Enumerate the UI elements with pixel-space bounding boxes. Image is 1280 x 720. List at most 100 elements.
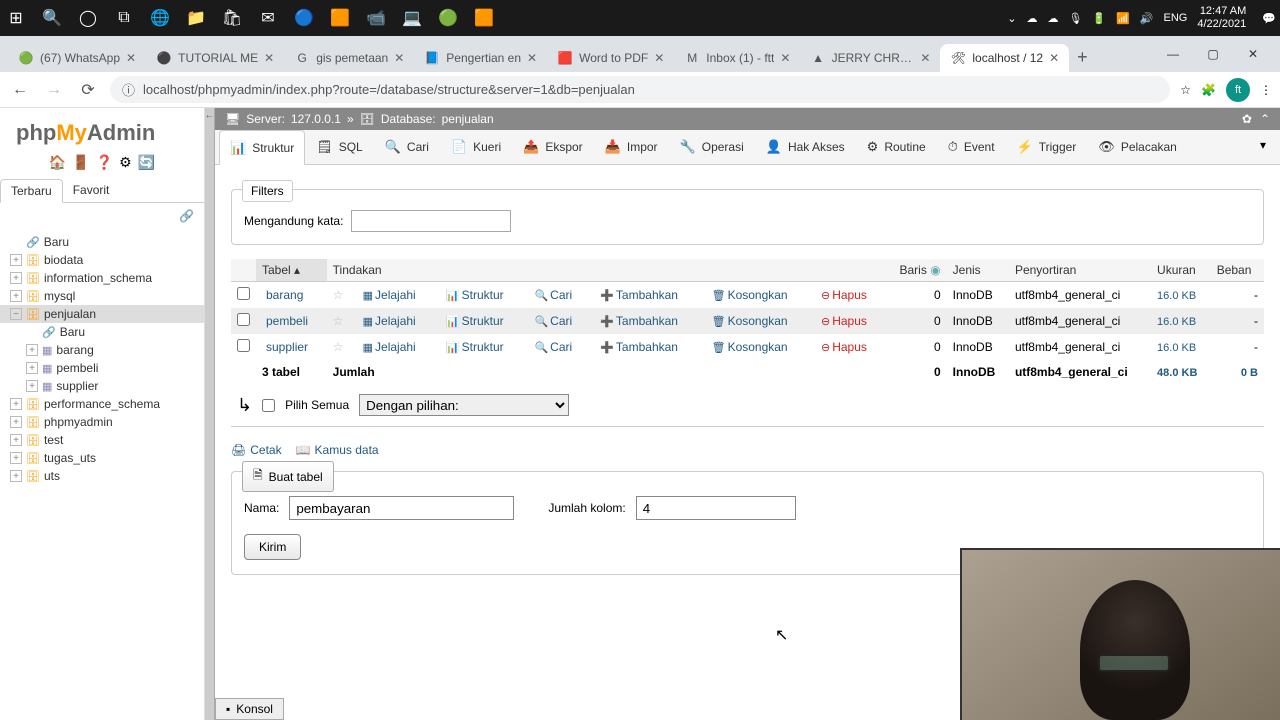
tab-close-icon[interactable]: ✕ <box>920 51 930 65</box>
tree-db[interactable]: +🗄 mysql <box>0 287 204 305</box>
browser-tab[interactable]: 🟥 Word to PDF ✕ <box>547 44 674 72</box>
tree-new-table[interactable]: 🔗 Baru <box>0 323 204 341</box>
drop-link[interactable]: ⊖Hapus <box>817 288 871 302</box>
table-name-link[interactable]: pembeli <box>262 314 312 328</box>
browse-link[interactable]: ▦Jelajahi <box>359 340 420 354</box>
sidebar-tab-recent[interactable]: Terbaru <box>0 179 63 203</box>
tree-table[interactable]: +▦ barang <box>0 341 204 359</box>
expand-icon[interactable]: + <box>10 416 22 428</box>
search-icon[interactable]: 🔍 <box>40 6 64 30</box>
search-link[interactable]: 🔍Cari <box>530 314 576 328</box>
tray-wifi-icon[interactable]: 📶 <box>1116 12 1130 25</box>
cortana-icon[interactable]: ◯ <box>76 6 100 30</box>
empty-link[interactable]: 🗑Kosongkan <box>708 314 792 328</box>
drop-link[interactable]: ⊖Hapus <box>817 340 871 354</box>
menu-icon[interactable]: ⋮ <box>1260 83 1272 97</box>
insert-link[interactable]: ➕Tambahkan <box>596 288 682 302</box>
tray-weather-icon[interactable]: ☁ <box>1047 12 1058 25</box>
select-all-checkbox[interactable] <box>262 399 275 412</box>
browser-tab[interactable]: ▲ JERRY CHRIST ✕ <box>800 44 940 72</box>
page-settings-icon[interactable]: ✿ <box>1242 112 1252 126</box>
toptab-more[interactable]: ▾ <box>1250 130 1276 164</box>
bookmark-icon[interactable]: ☆ <box>1180 83 1191 97</box>
qgis-icon[interactable]: 🟢 <box>436 6 460 30</box>
browser-tab[interactable]: 📘 Pengertian en ✕ <box>414 44 547 72</box>
expand-icon[interactable]: + <box>10 470 22 482</box>
expand-icon[interactable]: + <box>10 398 22 410</box>
favorite-icon[interactable]: ☆ <box>333 340 344 354</box>
edge-icon[interactable]: 🌐 <box>148 6 172 30</box>
submit-button[interactable]: Kirim <box>244 534 301 560</box>
forward-button[interactable]: → <box>42 78 66 102</box>
toptab-ekspor[interactable]: 📤Ekspor <box>512 130 594 164</box>
col-collation[interactable]: Penyortiran <box>1009 259 1151 282</box>
print-link[interactable]: 🖨Cetak <box>231 443 282 457</box>
tree-db[interactable]: +🗄 performance_schema <box>0 395 204 413</box>
explorer-icon[interactable]: 📁 <box>184 6 208 30</box>
table-name-link[interactable]: supplier <box>262 340 312 354</box>
window-maximize-button[interactable]: ▢ <box>1194 42 1232 66</box>
expand-icon[interactable]: + <box>10 272 22 284</box>
url-input[interactable]: ⓘ localhost/phpmyadmin/index.php?route=/… <box>110 76 1170 103</box>
filter-input[interactable] <box>351 210 511 232</box>
tab-close-icon[interactable]: ✕ <box>527 51 537 65</box>
start-icon[interactable]: ⊞ <box>4 6 28 30</box>
sidebar-collapse-button[interactable]: ← <box>205 108 215 720</box>
browser-tab[interactable]: M Inbox (1) - ftt ✕ <box>674 44 800 72</box>
tray-lang[interactable]: ENG <box>1164 12 1188 24</box>
tree-db[interactable]: +🗄 information_schema <box>0 269 204 287</box>
search-link[interactable]: 🔍Cari <box>530 288 576 302</box>
tree-db[interactable]: +🗄 phpmyadmin <box>0 413 204 431</box>
tree-db-current[interactable]: −🗄 penjualan <box>0 305 204 323</box>
browse-link[interactable]: ▦Jelajahi <box>359 314 420 328</box>
sidebar-tab-favorite[interactable]: Favorit <box>63 179 120 202</box>
tab-close-icon[interactable]: ✕ <box>780 51 790 65</box>
browse-link[interactable]: ▦Jelajahi <box>359 288 420 302</box>
extensions-icon[interactable]: 🧩 <box>1201 83 1216 97</box>
new-tab-button[interactable]: + <box>1069 43 1096 72</box>
reload-nav-icon[interactable]: 🔄 <box>138 154 155 171</box>
structure-link[interactable]: 📊Struktur <box>442 340 508 354</box>
expand-icon[interactable]: + <box>10 290 22 302</box>
tree-db[interactable]: +🗄 test <box>0 431 204 449</box>
breadcrumb-server[interactable]: 127.0.0.1 <box>291 112 341 126</box>
xampp-icon[interactable]: 🟧 <box>472 6 496 30</box>
info-icon[interactable]: ◉ <box>930 263 940 277</box>
col-overhead[interactable]: Beban <box>1211 259 1264 282</box>
profile-avatar[interactable]: ft <box>1226 78 1250 102</box>
expand-icon[interactable]: + <box>10 434 22 446</box>
toptab-sql[interactable]: 🗒SQL <box>305 130 374 164</box>
tree-table[interactable]: +▦ pembeli <box>0 359 204 377</box>
browser-tab[interactable]: G gis pemetaan ✕ <box>284 44 414 72</box>
toptab-pelacakan[interactable]: 👁Pelacakan <box>1087 130 1188 164</box>
col-engine[interactable]: Jenis <box>947 259 1009 282</box>
table-name-link[interactable]: barang <box>262 288 307 302</box>
drop-link[interactable]: ⊖Hapus <box>817 314 871 328</box>
browser-tab[interactable]: ⚫ TUTORIAL ME ✕ <box>146 44 284 72</box>
browser-tab[interactable]: 🛠 localhost / 12 ✕ <box>940 44 1069 72</box>
toptab-cari[interactable]: 🔍Cari <box>374 130 440 164</box>
toptab-struktur[interactable]: 📊Struktur <box>219 130 305 165</box>
chrome-icon[interactable]: 🔵 <box>292 6 316 30</box>
store-icon[interactable]: 🛍 <box>220 6 244 30</box>
tray-clock[interactable]: 12:47 AM 4/22/2021 <box>1197 5 1252 31</box>
structure-link[interactable]: 📊Struktur <box>442 288 508 302</box>
favorite-icon[interactable]: ☆ <box>333 288 344 302</box>
browser-tab[interactable]: 🟢 (67) WhatsApp ✕ <box>8 44 146 72</box>
empty-link[interactable]: 🗑Kosongkan <box>708 288 792 302</box>
bulk-action-select[interactable]: Dengan pilihan: <box>359 394 569 416</box>
empty-link[interactable]: 🗑Kosongkan <box>708 340 792 354</box>
toptab-event[interactable]: ⏱Event <box>937 130 1006 164</box>
tray-chevron-icon[interactable]: ⌄ <box>1007 12 1016 25</box>
toptab-hak akses[interactable]: 👤Hak Akses <box>755 130 856 164</box>
row-checkbox[interactable] <box>237 313 250 326</box>
taskview-icon[interactable]: ⧉ <box>112 6 136 30</box>
tab-close-icon[interactable]: ✕ <box>126 51 136 65</box>
docs-icon[interactable]: ❓ <box>96 154 113 171</box>
table-columns-input[interactable] <box>636 496 796 520</box>
tray-notifications-icon[interactable]: 💬 <box>1262 12 1276 25</box>
window-close-button[interactable]: ✕ <box>1234 42 1272 66</box>
home-icon[interactable]: 🏠 <box>49 154 66 171</box>
toptab-trigger[interactable]: ⚡Trigger <box>1006 130 1088 164</box>
mail-icon[interactable]: ✉ <box>256 6 280 30</box>
